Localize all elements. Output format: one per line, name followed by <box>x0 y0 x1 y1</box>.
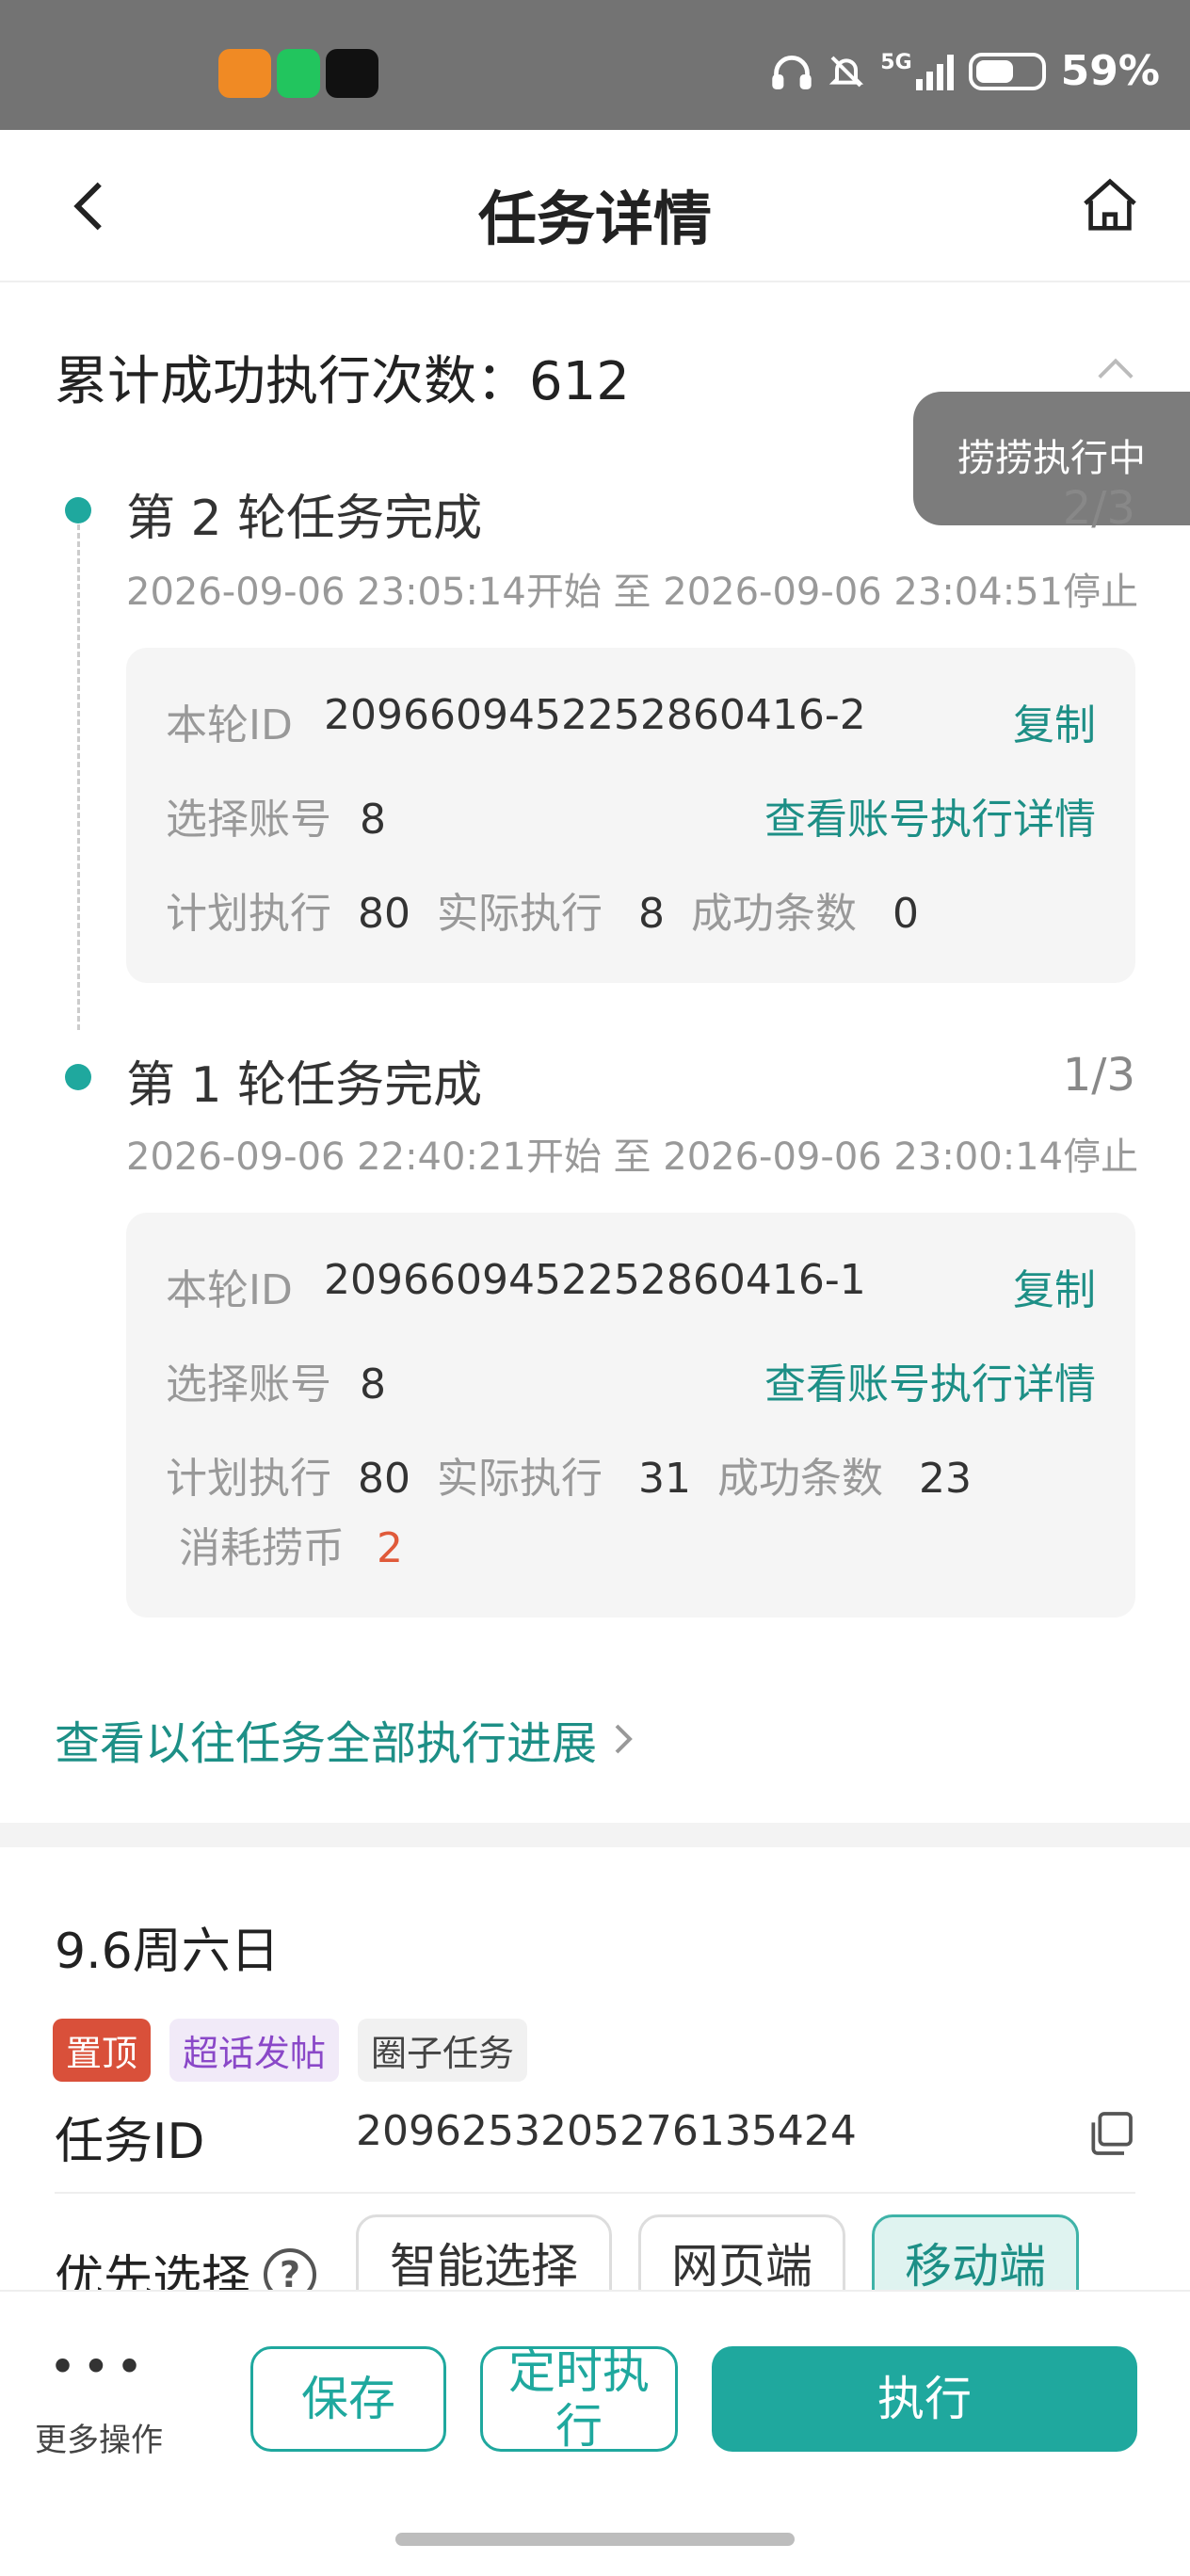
round-id-row: 本轮ID 209660945225286041​6-2 复制 <box>166 691 1096 751</box>
app-notification-icon <box>277 49 320 98</box>
success-label: 成功条数 <box>691 890 857 938</box>
page-title: 任务详情 <box>477 185 712 253</box>
plan-value: 80 <box>358 1455 410 1503</box>
home-indicator[interactable] <box>395 2533 795 2546</box>
task-date-title: 9.6周六日 <box>55 1924 280 1980</box>
plan-label: 计划执行 <box>166 1455 331 1503</box>
copy-round-id-button[interactable]: 复制 <box>1013 1256 1096 1316</box>
total-success-label: 累计成功执行次数： <box>55 351 529 412</box>
account-row: 选择账号 8 查看账号执行详情 <box>166 1350 1096 1410</box>
plan-value: 80 <box>358 890 410 938</box>
task-tags: 置顶 超话发帖 圈子任务 <box>53 2019 528 2082</box>
section-divider <box>0 1823 1190 1847</box>
success-value: 0 <box>892 890 919 938</box>
cost-label: 消耗捞币 <box>179 1524 345 1572</box>
task-id-label: 任务ID <box>55 2114 205 2170</box>
more-actions-label: 更多操作 <box>35 2422 163 2459</box>
signal-icon: 5G <box>880 50 954 92</box>
home-icon <box>1084 178 1136 231</box>
round-title: 第 2 轮任务完成 <box>126 491 483 547</box>
tag-topic-post: 超话发帖 <box>169 2019 340 2082</box>
round-id-label: 本轮ID <box>166 701 293 749</box>
execution-stats-row: 计划执行 80 实际执行 31 成功条数 23 <box>166 1444 1096 1505</box>
copy-round-id-button[interactable]: 复制 <box>1013 691 1096 751</box>
round-id-value: 209660945225286041​6-2 <box>324 691 866 739</box>
cost-row: 消耗捞币 2 <box>179 1514 1096 1574</box>
collapse-button[interactable] <box>1094 354 1137 382</box>
account-value: 8 <box>360 796 386 844</box>
round-progress: 1/3 <box>1062 1049 1135 1102</box>
app-notification-icon <box>326 49 378 98</box>
account-value: 8 <box>360 1360 386 1409</box>
history-progress-link[interactable]: 查看以往任务全部执行进展 <box>55 1706 636 1772</box>
total-success-value: 612 <box>529 351 630 412</box>
success-value: 23 <box>919 1455 972 1503</box>
chevron-up-icon <box>1098 358 1134 378</box>
round-title: 第 1 轮任务完成 <box>126 1057 483 1114</box>
account-row: 选择账号 8 查看账号执行详情 <box>166 785 1096 845</box>
mute-bell-icon <box>828 51 865 92</box>
round-id-value: 2096609452252860416-1 <box>324 1256 866 1304</box>
account-detail-link[interactable]: 查看账号执行详情 <box>764 1350 1096 1410</box>
timeline-dot <box>65 497 91 523</box>
headphones-icon <box>771 51 812 92</box>
notification-app-icons <box>218 49 378 98</box>
app-notification-icon <box>218 49 271 98</box>
copy-task-id-button[interactable] <box>1085 2107 1137 2160</box>
nav-bar: 任务详情 <box>0 130 1190 282</box>
tag-circle-task: 圈子任务 <box>358 2019 528 2082</box>
divider <box>55 2192 1135 2194</box>
more-dots-icon: ••• <box>48 2340 150 2394</box>
status-icons: 5G 59% <box>771 47 1160 95</box>
home-button[interactable] <box>1077 173 1143 239</box>
round-card: 本轮ID 2096609452252860416-1 复制 选择账号 8 查看账… <box>126 1213 1135 1618</box>
task-id-value: 2096253205276135424 <box>356 2107 857 2155</box>
copy-icon <box>1091 2112 1133 2155</box>
executing-toast: 捞捞执行中 <box>913 392 1190 525</box>
actual-value: 31 <box>638 1455 691 1503</box>
account-label: 选择账号 <box>166 796 331 844</box>
actual-value: 8 <box>638 890 665 938</box>
round-card: 本轮ID 209660945225286041​6-2 复制 选择账号 8 查看… <box>126 648 1135 983</box>
schedule-execute-button[interactable]: 定时执行 <box>480 2344 678 2454</box>
round-time: 2026-09-06 23:05:14开始 至 2026-09-06 23:04… <box>126 571 1139 614</box>
actual-label: 实际执行 <box>437 890 603 938</box>
chevron-right-icon <box>615 1724 633 1754</box>
battery-percent: 59% <box>1060 47 1160 95</box>
success-label: 成功条数 <box>717 1455 883 1503</box>
round-progress: 2/3 <box>1062 482 1135 535</box>
account-detail-link[interactable]: 查看账号执行详情 <box>764 785 1096 845</box>
network-type: 5G <box>880 50 912 74</box>
save-button[interactable]: 保存 <box>250 2346 446 2452</box>
status-bar: 5G 59% <box>0 0 1190 130</box>
timeline-line <box>77 516 80 1030</box>
total-success-count: 累计成功执行次数：612 <box>55 339 630 415</box>
battery-icon <box>968 51 1046 92</box>
execution-stats-row: 计划执行 80 实际执行 8 成功条数 0 <box>166 879 1096 940</box>
cost-value: 2 <box>377 1524 403 1572</box>
timeline-dot <box>65 1064 91 1090</box>
actual-label: 实际执行 <box>437 1455 603 1503</box>
round-time: 2026-09-06 22:40:21开始 至 2026-09-06 23:00… <box>126 1135 1139 1179</box>
plan-label: 计划执行 <box>166 890 331 938</box>
more-actions-button[interactable]: ••• 更多操作 <box>28 2340 169 2460</box>
account-label: 选择账号 <box>166 1360 331 1409</box>
round-id-label: 本轮ID <box>166 1266 293 1314</box>
execute-button[interactable]: 执行 <box>712 2346 1137 2452</box>
history-progress-label: 查看以往任务全部执行进展 <box>55 1717 598 1770</box>
tag-pinned: 置顶 <box>53 2019 152 2082</box>
round-id-row: 本轮ID 2096609452252860416-1 复制 <box>166 1256 1096 1316</box>
